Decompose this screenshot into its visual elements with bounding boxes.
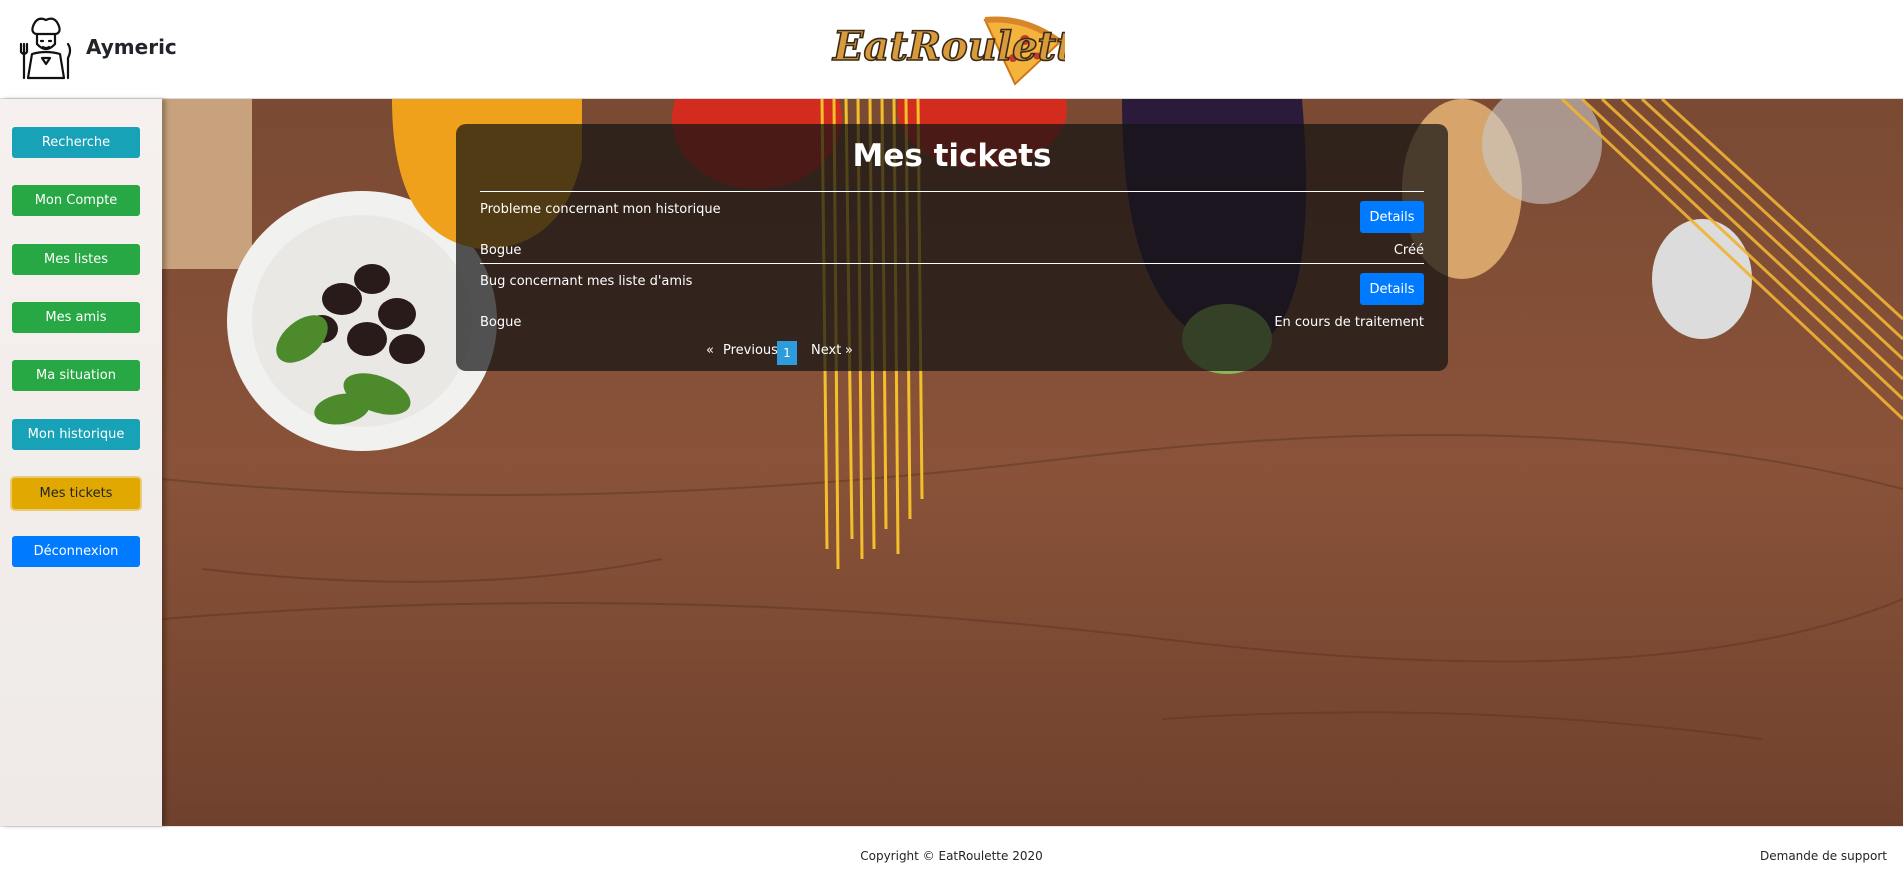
ticket-type: Bogue [480, 315, 522, 330]
page-title: Mes tickets [852, 138, 1052, 174]
pagination: « Previous 1 Next » [456, 341, 1448, 365]
top-header: Aymeric EatRoulette [0, 0, 1903, 99]
ticket-title: Probleme concernant mon historique [480, 202, 721, 217]
sidebar-item-ma-situation[interactable]: Ma situation [12, 360, 140, 391]
details-button[interactable]: Details [1360, 273, 1424, 305]
copyright-text: Copyright © EatRoulette 2020 [860, 849, 1043, 863]
sidebar-item-mes-amis[interactable]: Mes amis [12, 302, 140, 333]
sidebar-item-mon-compte[interactable]: Mon Compte [12, 185, 140, 216]
ticket-title: Bug concernant mes liste d'amis [480, 274, 693, 289]
ticket-list: Probleme concernant mon historique Detai… [480, 191, 1424, 335]
details-button[interactable]: Details [1360, 201, 1424, 233]
sidebar-item-mon-historique[interactable]: Mon historique [12, 419, 140, 450]
previous-link[interactable]: Previous [723, 343, 778, 358]
ticket-row: Probleme concernant mon historique Detai… [480, 191, 1424, 263]
previous-arrow[interactable]: « [706, 343, 714, 358]
logo-text: EatRoulette [832, 23, 1065, 70]
sidebar: Recherche Mon Compte Mes listes Mes amis… [0, 99, 162, 826]
ticket-status: En cours de traitement [1274, 315, 1424, 330]
username: Aymeric [86, 35, 177, 59]
next-link[interactable]: Next [811, 343, 841, 358]
main-content: Mes tickets Probleme concernant mon hist… [162, 99, 1903, 826]
sidebar-item-recherche[interactable]: Recherche [12, 127, 140, 158]
tickets-panel: Mes tickets Probleme concernant mon hist… [456, 124, 1448, 371]
ticket-row: Bug concernant mes liste d'amis Details … [480, 263, 1424, 335]
next-arrow[interactable]: » [845, 343, 853, 358]
footer: Copyright © EatRoulette 2020 Demande de … [0, 826, 1903, 876]
sidebar-item-deconnexion[interactable]: Déconnexion [12, 536, 140, 567]
ticket-type: Bogue [480, 243, 522, 258]
chef-avatar-icon [19, 17, 72, 80]
eatroulette-logo[interactable]: EatRoulette [825, 12, 1065, 88]
user-info: Aymeric [16, 14, 177, 80]
ticket-status: Créé [1393, 243, 1424, 258]
support-link[interactable]: Demande de support [1760, 849, 1887, 863]
sidebar-item-mes-tickets[interactable]: Mes tickets [12, 478, 140, 509]
sidebar-item-mes-listes[interactable]: Mes listes [12, 244, 140, 275]
page-1-button[interactable]: 1 [777, 341, 797, 365]
